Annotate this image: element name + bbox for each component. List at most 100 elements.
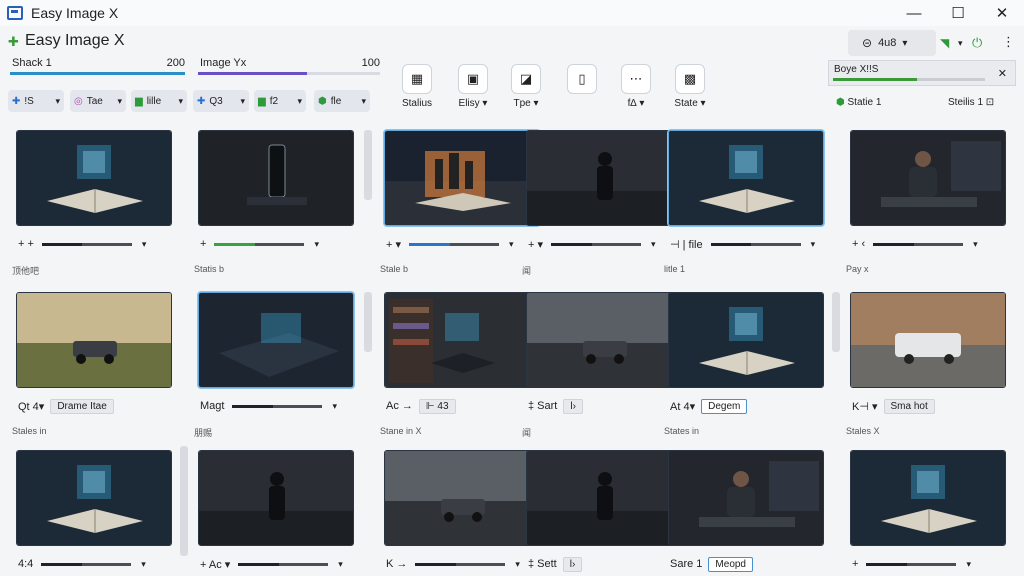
close-icon[interactable]: ✕ <box>998 67 1007 80</box>
more-icon[interactable]: ⋮ <box>1002 34 1015 50</box>
scrollbar[interactable] <box>364 130 372 200</box>
thumbnail-slider[interactable] <box>214 242 305 246</box>
filter-chip[interactable]: ✚ Q3 ▾ <box>193 90 249 112</box>
chevron-down-icon[interactable]: ▾ <box>811 239 816 250</box>
control-label[interactable]: K → <box>386 558 407 570</box>
thumbnail-slider[interactable] <box>710 242 801 246</box>
thumbnail-controls[interactable]: + + ▾ <box>18 236 146 252</box>
thumbnail-slider[interactable] <box>409 242 500 246</box>
control-label[interactable]: + ▾ <box>528 238 543 251</box>
bookmark-icon[interactable]: ⊡ <box>986 97 994 108</box>
thumbnail-controls[interactable]: 4:4 ▾ <box>18 556 146 572</box>
thumbnail-action-button[interactable]: Meopd <box>708 556 753 572</box>
chevron-down-icon[interactable]: ▾ <box>515 559 520 570</box>
chevron-down-icon[interactable]: ▾ <box>332 401 337 412</box>
thumbnail-controls[interactable]: Ac → ⊩ 43 <box>386 398 456 414</box>
chevron-down-icon[interactable]: ▾ <box>966 559 971 570</box>
thumbnail-action-button[interactable]: Degem <box>701 398 748 414</box>
wifi-icon[interactable]: ◥ <box>940 36 949 50</box>
scrollbar[interactable] <box>364 292 372 352</box>
image-thumbnail[interactable] <box>850 450 1006 546</box>
image-thumbnail[interactable] <box>668 450 824 546</box>
control-label[interactable]: + ‹ <box>852 238 865 250</box>
thumbnail-controls[interactable]: + ▾ <box>200 236 319 252</box>
power-icon[interactable]: ⏻ <box>972 35 982 51</box>
image-thumbnail[interactable] <box>16 130 172 226</box>
chevron-down-icon[interactable]: ▾ <box>141 559 146 570</box>
control-label[interactable]: Magt <box>200 400 224 412</box>
thumbnail-controls[interactable]: K⊣ ▾ Sma hot <box>852 398 935 414</box>
thumbnail-slider[interactable] <box>415 562 506 566</box>
control-label[interactable]: + <box>200 238 206 250</box>
filter-chip[interactable]: ◎ Tae ▾ <box>70 90 126 112</box>
chevron-down-icon[interactable]: ▾ <box>651 239 656 250</box>
toolbar-button[interactable]: ⋯ f∆ ▾ <box>612 64 660 109</box>
thumbnail-controls[interactable]: ‡ Sett l› <box>528 556 583 572</box>
image-thumbnail[interactable] <box>198 450 354 546</box>
control-label[interactable]: ‡ Sett <box>528 558 557 570</box>
chevron-down-icon[interactable]: ▾ <box>338 559 343 570</box>
filter-chip[interactable]: ⬢ fle ▾ <box>314 90 370 112</box>
control-label[interactable]: Qt 4▾ <box>18 400 44 413</box>
control-label[interactable]: K⊣ ▾ <box>852 400 878 413</box>
image-thumbnail[interactable] <box>526 450 682 546</box>
image-thumbnail[interactable] <box>16 292 172 388</box>
thumbnail-slider[interactable] <box>873 242 964 246</box>
thumbnail-action-button[interactable]: l› <box>563 398 583 414</box>
control-label[interactable]: Ac → <box>386 400 413 412</box>
control-label[interactable]: Sare 1 <box>670 558 702 570</box>
chevron-down-icon[interactable]: ▾ <box>142 239 147 250</box>
thumbnail-controls[interactable]: K → ▾ <box>386 556 520 572</box>
thumbnail-slider[interactable] <box>232 404 323 408</box>
thumbnail-action-button[interactable]: Drame Itae <box>50 398 114 414</box>
image-thumbnail[interactable] <box>198 130 354 226</box>
thumbnail-controls[interactable]: ⊣ | file ▾ <box>670 236 815 252</box>
control-label[interactable]: 4:4 <box>18 558 33 570</box>
thumbnail-controls[interactable]: + ▾ ▾ <box>386 236 514 252</box>
image-thumbnail[interactable] <box>16 450 172 546</box>
minimize-button[interactable]: — <box>892 0 936 26</box>
chevron-down-icon[interactable]: ▾ <box>509 239 514 250</box>
chevron-down-icon[interactable]: ▾ <box>958 38 963 49</box>
thumbnail-action-button[interactable]: l› <box>562 556 583 572</box>
thumbnail-controls[interactable]: Qt 4▾ Drame Itae <box>18 398 114 414</box>
image-thumbnail[interactable] <box>850 292 1006 388</box>
thumbnail-controls[interactable]: + ▾ <box>852 556 971 572</box>
maximize-button[interactable]: ☐ <box>936 0 980 26</box>
filter-chip[interactable]: ▆ lille ▾ <box>131 90 187 112</box>
thumbnail-action-button[interactable]: Sma hot <box>883 398 935 414</box>
thumbnail-controls[interactable]: + ‹ ▾ <box>852 236 978 252</box>
toolbar-button[interactable]: ▯ <box>558 64 606 98</box>
thumbnail-slider[interactable] <box>238 562 329 566</box>
image-thumbnail[interactable] <box>384 130 540 226</box>
thumbnail-slider[interactable] <box>866 562 957 566</box>
control-label[interactable]: + + <box>18 238 34 250</box>
image-thumbnail[interactable] <box>668 130 824 226</box>
thumbnail-controls[interactable]: ‡ Sart l› <box>528 398 583 414</box>
image-thumbnail[interactable] <box>668 292 824 388</box>
thumbnail-controls[interactable]: + ▾ ▾ <box>528 236 656 252</box>
scrollbar[interactable] <box>832 292 840 352</box>
toolbar-button[interactable]: ▦ Stalius <box>393 64 441 109</box>
close-button[interactable]: ✕ <box>980 0 1024 26</box>
image-thumbnail[interactable] <box>526 292 682 388</box>
control-label[interactable]: + ▾ <box>386 238 401 251</box>
image-thumbnail[interactable] <box>526 130 682 226</box>
image-thumbnail[interactable] <box>850 130 1006 226</box>
thumbnail-controls[interactable]: + Ac ▾ ▾ <box>200 556 343 572</box>
chevron-down-icon[interactable]: ▾ <box>973 239 978 250</box>
thumbnail-controls[interactable]: Sare 1 Meopd <box>670 556 753 572</box>
control-label[interactable]: ⊣ | file <box>670 238 703 251</box>
thumbnail-slider[interactable] <box>551 242 642 246</box>
control-label[interactable]: + <box>852 558 858 570</box>
control-label[interactable]: + Ac ▾ <box>200 558 230 571</box>
control-label[interactable]: At 4▾ <box>670 400 695 413</box>
chevron-down-icon[interactable]: ▾ <box>314 239 319 250</box>
image-thumbnail[interactable] <box>384 292 540 388</box>
toolbar-button[interactable]: ▣ Elisy ▾ <box>449 64 497 109</box>
toolbar-button[interactable]: ◪ Tpe ▾ <box>502 64 550 109</box>
thumbnail-slider[interactable] <box>41 562 132 566</box>
filter-chip[interactable]: ▆ f2 ▾ <box>254 90 306 112</box>
toolbar-button[interactable]: ▩ State ▾ <box>666 64 714 109</box>
thumbnail-controls[interactable]: At 4▾ Degem <box>670 398 748 414</box>
